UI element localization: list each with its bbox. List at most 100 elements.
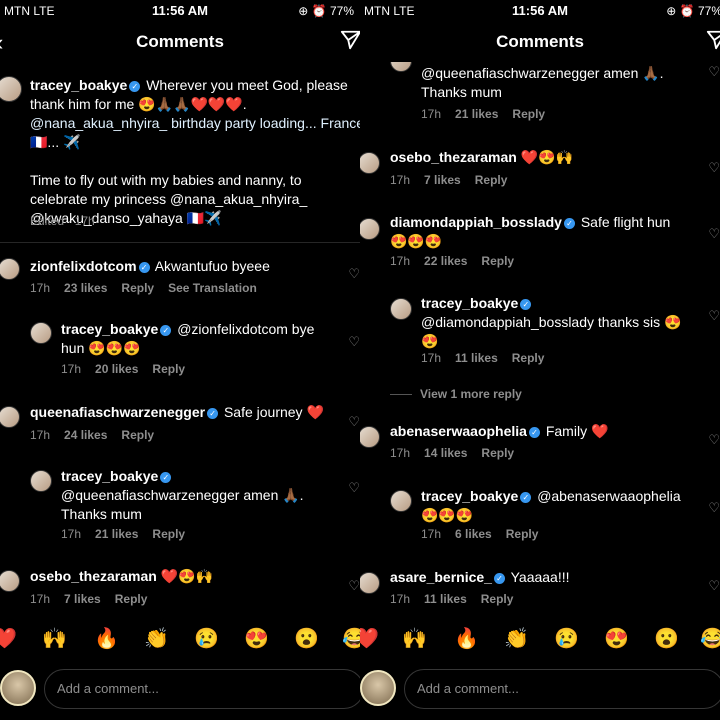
likes-link[interactable]: 7 likes [64, 592, 101, 606]
heart-icon[interactable]: ♡ [708, 432, 720, 448]
reply-button[interactable]: Reply [506, 527, 539, 541]
avatar[interactable] [360, 426, 380, 448]
reaction-heart[interactable]: ❤️ [0, 626, 17, 651]
comment-username[interactable]: abenaserwaaophelia [390, 423, 527, 439]
send-icon[interactable] [340, 29, 360, 56]
avatar[interactable] [0, 76, 22, 102]
comment-username[interactable]: tracey_boakye [421, 295, 518, 311]
comments-list[interactable]: @queenafiaschwarzenegger amen 🙏🏾. Thanks… [360, 62, 720, 614]
reply-button[interactable]: Reply [121, 428, 154, 442]
see-translation-link[interactable]: See Translation [168, 281, 257, 295]
likes-link[interactable]: 11 likes [455, 351, 498, 365]
caption-username[interactable]: tracey_boakye [30, 77, 127, 93]
likes-link[interactable]: 11 likes [424, 592, 467, 606]
reaction-surprised[interactable]: 😮 [654, 626, 679, 651]
reaction-crying[interactable]: 😢 [554, 626, 579, 651]
likes-link[interactable]: 7 likes [424, 173, 461, 187]
reaction-surprised[interactable]: 😮 [294, 626, 319, 651]
comment-input[interactable]: Add a comment... [44, 669, 360, 709]
avatar[interactable] [390, 298, 412, 320]
reaction-clap[interactable]: 👏 [144, 626, 169, 651]
avatar[interactable] [360, 218, 380, 240]
comment-time: 17h [421, 527, 442, 541]
comments-list[interactable]: tracey_boakye ✓ Wherever you meet God, pl… [0, 62, 360, 614]
heart-icon[interactable]: ♡ [348, 480, 360, 496]
reaction-heart[interactable]: ❤️ [360, 626, 379, 651]
heart-icon[interactable]: ♡ [708, 500, 720, 516]
caption-line: @nana_akua_nhyira_ birthday party loadin… [30, 115, 360, 131]
avatar[interactable] [30, 470, 52, 492]
comment-meta: 17h 14 likes Reply [390, 446, 528, 460]
comment-time: 17h [30, 428, 51, 442]
reply-button[interactable]: Reply [152, 527, 185, 541]
verified-badge-icon: ✓ [129, 81, 141, 92]
heart-icon[interactable]: ♡ [348, 334, 360, 350]
heart-icon[interactable]: ♡ [348, 578, 360, 594]
heart-icon[interactable]: ♡ [348, 266, 360, 282]
reaction-heart-eyes[interactable]: 😍 [244, 626, 269, 651]
reply-button[interactable]: Reply [152, 362, 185, 376]
comment-text: asare_bernice_ ✓ Yaaaaa!!! [390, 568, 570, 587]
verified-badge-icon: ✓ [138, 262, 150, 273]
avatar[interactable] [390, 62, 412, 72]
reply-button[interactable]: Reply [115, 592, 148, 606]
heart-icon[interactable]: ♡ [348, 414, 360, 430]
reaction-fire[interactable]: 🔥 [454, 626, 479, 651]
heart-icon[interactable]: ♡ [708, 226, 720, 242]
comment-text: tracey_boakye ✓ @diamondappiah_bosslady t… [421, 294, 681, 351]
heart-icon[interactable]: ♡ [708, 308, 720, 324]
reaction-laughing[interactable]: 😂 [700, 626, 720, 651]
comment-time: 17h [390, 592, 411, 606]
reply-button[interactable]: Reply [481, 446, 514, 460]
reaction-heart-eyes[interactable]: 😍 [604, 626, 629, 651]
comment-username[interactable]: tracey_boakye [421, 488, 518, 504]
likes-link[interactable]: 21 likes [95, 527, 138, 541]
comment-username[interactable]: asare_bernice_ [390, 569, 492, 585]
reply-button[interactable]: Reply [481, 254, 514, 268]
likes-link[interactable]: 14 likes [424, 446, 467, 460]
likes-link[interactable]: 23 likes [64, 281, 107, 295]
avatar[interactable] [360, 152, 380, 174]
avatar[interactable] [390, 490, 412, 512]
avatar[interactable] [0, 258, 20, 280]
send-icon[interactable] [706, 29, 720, 56]
avatar[interactable] [30, 322, 52, 344]
reply-button[interactable]: Reply [512, 107, 545, 121]
likes-link[interactable]: 6 likes [455, 527, 492, 541]
likes-link[interactable]: 22 likes [424, 254, 467, 268]
reaction-raised-hands[interactable]: 🙌 [42, 626, 67, 651]
my-avatar [360, 670, 396, 706]
reply-button[interactable]: Reply [481, 592, 514, 606]
reply-button[interactable]: Reply [475, 173, 508, 187]
likes-link[interactable]: 20 likes [95, 362, 138, 376]
heart-icon[interactable]: ♡ [708, 578, 720, 594]
comment-time: 17h [30, 592, 51, 606]
comment-username[interactable]: osebo_thezaraman [30, 568, 157, 584]
avatar[interactable] [0, 570, 20, 592]
comment-username[interactable]: tracey_boakye [61, 468, 158, 484]
comment-body: Family ❤️ [545, 423, 609, 439]
likes-link[interactable]: 21 likes [455, 107, 498, 121]
likes-link[interactable]: 24 likes [64, 428, 107, 442]
heart-icon[interactable]: ♡ [708, 64, 720, 80]
reply-button[interactable]: Reply [512, 351, 545, 365]
comment-username[interactable]: zionfelixdotcom [30, 258, 137, 274]
view-more-replies-link[interactable]: View 1 more reply [390, 387, 522, 401]
reaction-laughing[interactable]: 😂 [342, 626, 360, 651]
avatar[interactable] [0, 406, 20, 428]
comment-username[interactable]: diamondappiah_bosslady [390, 214, 562, 230]
comment-username[interactable]: tracey_boakye [61, 321, 158, 337]
comment-input[interactable]: Add a comment... [404, 669, 720, 709]
comment-text: diamondappiah_bosslady ✓ Safe flight hun … [390, 213, 670, 251]
reaction-fire[interactable]: 🔥 [94, 626, 119, 651]
comment-username[interactable]: queenafiaschwarzenegger [30, 404, 205, 420]
avatar[interactable] [360, 572, 380, 594]
reply-button[interactable]: Reply [121, 281, 154, 295]
comment-time: 17h [390, 446, 411, 460]
heart-icon[interactable]: ♡ [708, 160, 720, 176]
reaction-raised-hands[interactable]: 🙌 [402, 626, 427, 651]
reaction-clap[interactable]: 👏 [504, 626, 529, 651]
comment-body: Thanks mum [61, 506, 142, 522]
comment-username[interactable]: osebo_thezaraman [390, 149, 517, 165]
reaction-crying[interactable]: 😢 [194, 626, 219, 651]
